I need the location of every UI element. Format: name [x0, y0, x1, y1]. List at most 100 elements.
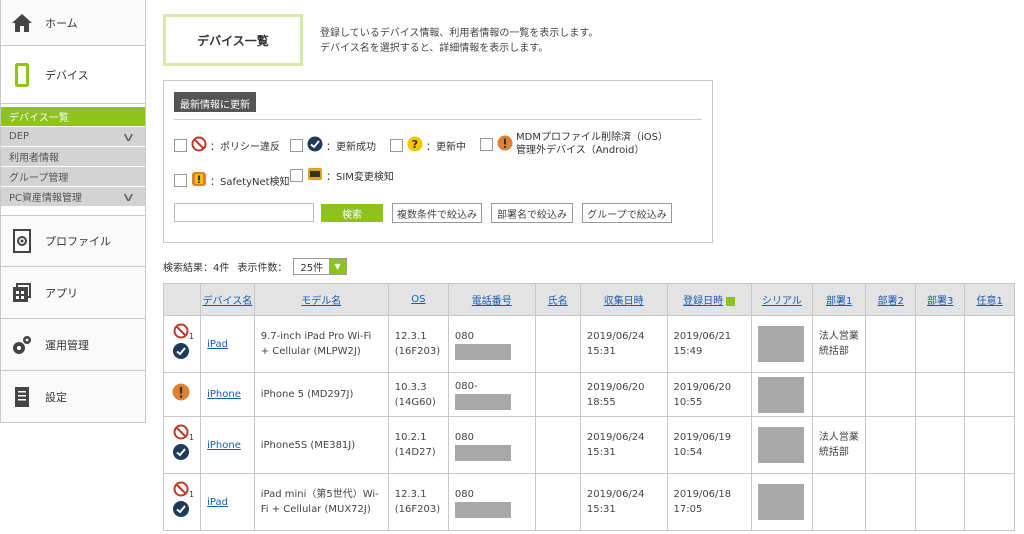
safetynet-alert-icon	[191, 171, 207, 190]
model-cell: iPad mini（第5世代）Wi-Fi + Cellular (MUX72J)	[253, 473, 389, 531]
sidebar-item-dep[interactable]: DEP ∨	[1, 127, 145, 146]
nav-device[interactable]: デバイス	[0, 46, 146, 104]
svg-text:1: 1	[189, 433, 194, 442]
status-cell: 1	[162, 416, 202, 474]
result-count: 検索結果：4件	[163, 263, 230, 274]
table-row[interactable]: iPhone iPhone 5 (MD297J) 10.3.3 (14G60) …	[162, 372, 1015, 417]
model-cell: iPhone5S (ME381J)	[253, 416, 389, 474]
dept-filter-button[interactable]: 部署名で絞込み	[491, 203, 573, 223]
nav-app-label: アプリ	[45, 286, 78, 300]
col-registered[interactable]: 登録日時	[666, 283, 753, 316]
custom1-cell	[964, 473, 1015, 531]
legend-label: ：更新中	[426, 142, 466, 153]
table-row[interactable]: 1 iPad iPad mini（第5世代）Wi-Fi + Cellular (…	[162, 473, 1015, 531]
policy-checkbox[interactable]	[174, 139, 187, 152]
legend-label: ：SIM変更検知	[326, 172, 394, 183]
col-dept1[interactable]: 部署1	[811, 283, 867, 316]
sidebar-item-label: DEP	[9, 131, 30, 142]
sort-link[interactable]: 部署3	[927, 296, 953, 307]
dept2-cell	[865, 473, 916, 531]
safetynet-checkbox[interactable]	[174, 174, 187, 187]
policy-success-icons: 1	[173, 424, 194, 460]
sidebar-item-device-list[interactable]: デバイス一覧	[1, 107, 145, 126]
serial-cell	[751, 315, 813, 373]
redacted-block	[454, 394, 511, 410]
device-link[interactable]: iPhone	[207, 389, 241, 400]
phone-cell: 080-	[447, 372, 536, 417]
col-dept2[interactable]: 部署2	[865, 283, 916, 316]
sim-checkbox[interactable]	[290, 169, 303, 182]
dept3-cell	[914, 315, 966, 373]
sort-link[interactable]: 収集日時	[604, 296, 644, 307]
phone-prefix: 080-	[454, 381, 478, 392]
sidebar-item-user-info[interactable]: 利用者情報	[1, 147, 145, 166]
device-name-cell[interactable]: iPad	[200, 315, 255, 373]
refresh-button[interactable]: 最新情報に更新	[174, 92, 256, 112]
phone-prefix: 080	[454, 488, 475, 500]
sort-link[interactable]: OS	[411, 294, 425, 305]
table-row[interactable]: 1 iPhone iPhone5S (ME381J) 10.2.1 (14D27…	[162, 416, 1015, 474]
updating-checkbox[interactable]	[390, 139, 403, 152]
update-success-checkbox[interactable]	[290, 139, 303, 152]
status-cell: 1	[162, 315, 202, 373]
sort-link[interactable]: モデル名	[301, 296, 341, 307]
sidebar-item-label: 利用者情報	[9, 153, 59, 164]
description-line: デバイス名を選択すると、詳細情報を表示します。	[320, 43, 549, 54]
nav-settings[interactable]: 設定	[0, 371, 146, 423]
nav-profile[interactable]: プロファイル	[0, 215, 146, 267]
device-name-cell[interactable]: iPhone	[200, 372, 255, 417]
col-user-name[interactable]: 氏名	[534, 283, 581, 316]
sidebar-item-label: グループ管理	[9, 173, 69, 184]
col-os[interactable]: OS	[387, 283, 449, 316]
sidebar-item-label: PC資産情報管理	[9, 193, 83, 204]
nav-operation[interactable]: 運用管理	[0, 319, 146, 371]
sort-link[interactable]: 部署2	[878, 296, 904, 307]
serial-cell	[751, 372, 813, 417]
col-dept3[interactable]: 部署3	[914, 283, 966, 316]
legend-sim: ：SIM変更検知	[290, 167, 394, 184]
question-icon: ?	[407, 136, 423, 155]
app-icon	[11, 280, 33, 306]
device-link[interactable]: iPad	[207, 339, 228, 350]
nav-app[interactable]: アプリ	[0, 267, 146, 319]
sort-link[interactable]: デバイス名	[203, 296, 253, 307]
sidebar-item-group[interactable]: グループ管理	[1, 167, 145, 186]
col-phone[interactable]: 電話番号	[447, 283, 536, 316]
sidebar-item-pc-assets[interactable]: PC資産情報管理 ∨	[1, 187, 145, 206]
col-collected[interactable]: 収集日時	[579, 283, 668, 316]
warning-icon	[497, 135, 513, 154]
col-custom1[interactable]: 任意1	[964, 283, 1015, 316]
registered-cell: 2019/06/21 15:49	[666, 315, 753, 373]
mdm-checkbox[interactable]	[480, 137, 493, 151]
per-page-select[interactable]: 25件 ▼	[293, 258, 348, 275]
sort-link[interactable]: 氏名	[548, 296, 568, 307]
device-name-cell[interactable]: iPhone	[200, 416, 255, 474]
nav-home[interactable]: ホーム	[0, 0, 146, 46]
table-row[interactable]: 1 iPad 9.7-inch iPad Pro Wi-Fi + Cellula…	[162, 315, 1015, 373]
dept1-cell	[811, 473, 867, 531]
model-cell: 9.7-inch iPad Pro Wi-Fi + Cellular (MLPW…	[253, 315, 389, 373]
device-link[interactable]: iPhone	[207, 440, 241, 451]
redacted-block	[758, 326, 805, 362]
legend-updating: ? ：更新中	[390, 136, 466, 155]
sort-link[interactable]: 任意1	[977, 296, 1003, 307]
col-device-name[interactable]: デバイス名	[200, 283, 255, 316]
dept3-cell	[914, 473, 966, 531]
col-serial[interactable]: シリアル	[751, 283, 813, 316]
device-name-cell[interactable]: iPad	[200, 473, 255, 531]
sort-link[interactable]: シリアル	[762, 296, 802, 307]
phone-prefix: 080	[454, 431, 475, 443]
table-header-row: デバイス名 モデル名 OS 電話番号 氏名 収集日時 登録日時 シリアル 部署1…	[162, 283, 1015, 316]
sort-link[interactable]: 部署1	[826, 296, 852, 307]
document-icon	[11, 384, 33, 410]
multi-filter-button[interactable]: 複数条件で絞込み	[392, 203, 482, 223]
search-button[interactable]: 検索	[321, 204, 383, 222]
group-filter-button[interactable]: グループで絞込み	[582, 203, 672, 223]
os-cell: 12.3.1 (16F203)	[387, 473, 449, 531]
sort-link[interactable]: 登録日時	[683, 296, 723, 307]
col-model[interactable]: モデル名	[253, 283, 389, 316]
sort-link[interactable]: 電話番号	[472, 296, 512, 307]
search-input[interactable]	[174, 203, 314, 222]
device-link[interactable]: iPad	[207, 497, 228, 508]
policy-success-icons: 1	[173, 323, 194, 359]
